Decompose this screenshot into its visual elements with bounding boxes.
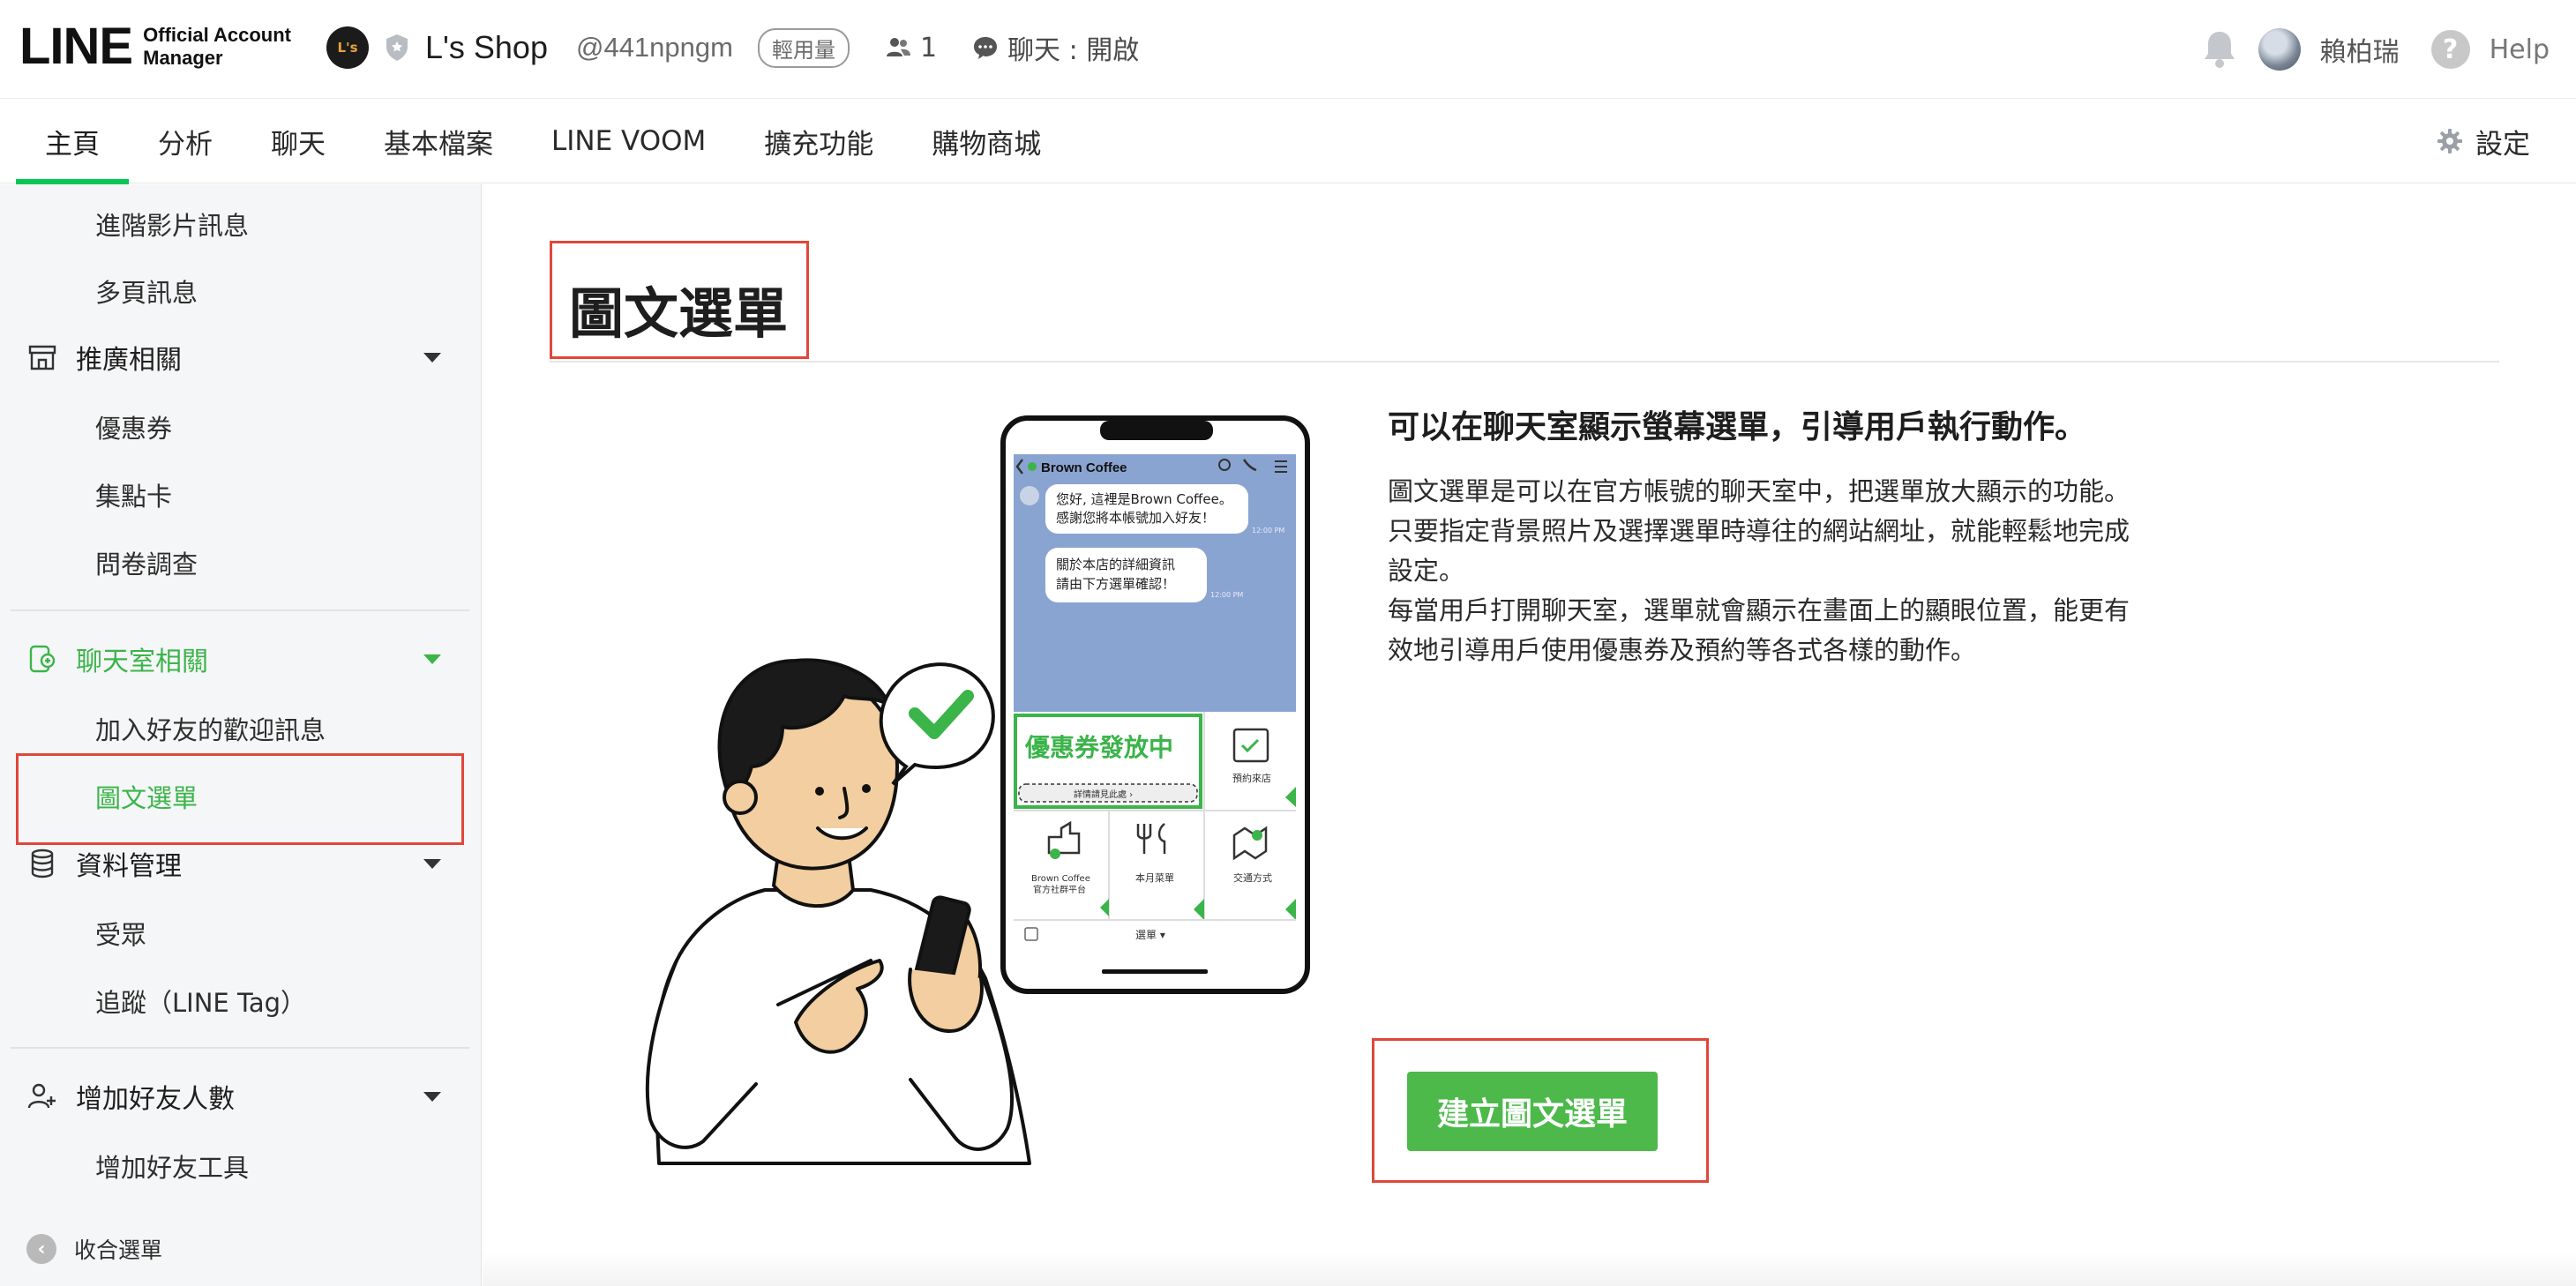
chevron-down-icon bbox=[423, 654, 441, 664]
phone-tile-reserve: 預約來店 bbox=[1232, 772, 1271, 784]
highlight-box-create-button bbox=[1372, 1038, 1709, 1183]
help-icon[interactable]: ? bbox=[2430, 30, 2470, 69]
section-heading: 可以在聊天室顯示螢幕選單，引導用戶執行動作。 bbox=[1388, 409, 2087, 445]
section-description: 圖文選單是可以在官方帳號的聊天室中，把選單放大顯示的功能。 只要指定背景照片及選… bbox=[1388, 472, 2164, 670]
sidebar-item-coupon[interactable]: 優惠券 bbox=[95, 408, 172, 445]
account-id: @441npngm bbox=[575, 32, 733, 63]
tab-analytics[interactable]: 分析 bbox=[129, 99, 242, 183]
top-header: LINE Official Account Manager L's L's Sh… bbox=[0, 0, 2576, 99]
title-divider bbox=[550, 361, 2499, 363]
store-icon bbox=[28, 345, 56, 370]
chevron-down-icon bbox=[423, 1091, 441, 1102]
sidebar-group-label: 增加好友人數 bbox=[76, 1084, 235, 1115]
sidebar-group-gain-friends[interactable]: 增加好友人數 bbox=[26, 1079, 441, 1115]
rich-menu-illustration: Brown Coffee 您好, 這裡是Brown Coffee。 感謝您將本帳… bbox=[645, 415, 1310, 1165]
phone-mockup: Brown Coffee 您好, 這裡是Brown Coffee。 感謝您將本帳… bbox=[1000, 415, 1310, 994]
members-icon bbox=[886, 38, 910, 56]
chat-status[interactable]: 聊天 : 開啟 bbox=[972, 28, 1139, 67]
account-name[interactable]: L's Shop bbox=[425, 29, 548, 66]
line-oa-manager-logo[interactable]: LINE Official Account Manager bbox=[19, 21, 291, 72]
sidebar-group-data-management[interactable]: 資料管理 bbox=[26, 846, 441, 882]
phone-time-2: 12:00 PM bbox=[1210, 591, 1243, 599]
nav-tabs: 主頁 分析 聊天 基本檔案 LINE VOOM 擴充功能 購物商城 bbox=[16, 99, 1070, 184]
phone-bubble-1-line2: 感謝您將本帳號加入好友！ bbox=[1056, 510, 1215, 526]
main-content: 圖文選單 Brown Coffee 您好, 這裡是Brown Coffee。 感… bbox=[483, 184, 2576, 1286]
settings-label: 設定 bbox=[2475, 128, 2530, 161]
gear-icon bbox=[2437, 129, 2462, 153]
highlight-box-page-title bbox=[550, 241, 809, 359]
sidebar-group-label: 推廣相關 bbox=[76, 345, 182, 376]
notification-bell-icon[interactable] bbox=[2200, 28, 2239, 71]
sidebar-divider bbox=[11, 609, 469, 611]
collapse-menu-label: 收合選單 bbox=[74, 1237, 163, 1263]
phone-chat-name: Brown Coffee bbox=[1041, 460, 1127, 475]
phone-menu-toggle: 選單 ▾ bbox=[1135, 929, 1165, 941]
sidebar-divider bbox=[11, 1047, 469, 1049]
chat-bubble-icon bbox=[974, 37, 998, 59]
sidebar-group-label: 資料管理 bbox=[76, 851, 182, 882]
sidebar-item-line-tag[interactable]: 追蹤（LINE Tag） bbox=[95, 983, 306, 1020]
plan-badge: 輕用量 bbox=[757, 27, 850, 68]
phone-bubble-1-line1: 您好, 這裡是Brown Coffee。 bbox=[1056, 491, 1232, 507]
tab-chat[interactable]: 聊天 bbox=[242, 99, 355, 183]
tab-shopping-mall[interactable]: 購物商城 bbox=[902, 99, 1070, 183]
phone-coupon-banner: 優惠券發放中 bbox=[1024, 733, 1173, 762]
phone-time-1: 12:00 PM bbox=[1252, 527, 1284, 535]
chat-room-icon bbox=[29, 645, 56, 673]
description-line: 每當用戶打開聊天室，選單就會顯示在畫面上的顯眼位置，能更有 bbox=[1388, 595, 2130, 625]
phone-coupon-sub: 詳情請見此處 › bbox=[1074, 789, 1133, 800]
tab-extensions[interactable]: 擴充功能 bbox=[735, 99, 902, 183]
description-line: 效地引導用戶使用優惠券及預約等各式各樣的動作。 bbox=[1388, 635, 1977, 665]
phone-tile-social-line2: 官方社群平台 bbox=[1033, 884, 1086, 895]
collapse-menu-button[interactable]: ‹ 收合選單 bbox=[26, 1233, 162, 1265]
chat-status-label: 聊天 : 開啟 bbox=[1007, 35, 1140, 66]
account-avatar[interactable]: L's bbox=[326, 26, 369, 69]
sidebar-item-welcome-message[interactable]: 加入好友的歡迎訊息 bbox=[95, 710, 326, 747]
phone-bubble-2-line1: 關於本店的詳細資訊 bbox=[1056, 557, 1175, 572]
tab-profile[interactable]: 基本檔案 bbox=[355, 99, 522, 183]
chevron-left-icon: ‹ bbox=[26, 1234, 56, 1264]
phone-bubble-2-line2: 請由下方選單確認！ bbox=[1056, 576, 1175, 592]
user-avatar[interactable] bbox=[2258, 28, 2301, 71]
chevron-down-icon bbox=[423, 352, 441, 363]
logo-wordmark: LINE bbox=[19, 18, 133, 75]
sidebar-item-multi-page[interactable]: 多頁訊息 bbox=[95, 273, 198, 310]
sidebar-item-reward-card[interactable]: 集點卡 bbox=[95, 476, 172, 513]
sidebar-group-promotion[interactable]: 推廣相關 bbox=[26, 340, 441, 376]
tab-home[interactable]: 主頁 bbox=[16, 99, 129, 184]
sidebar-item-audience[interactable]: 受眾 bbox=[95, 915, 146, 952]
logo-subtitle: Official Account Manager bbox=[143, 24, 291, 70]
description-line: 圖文選單是可以在官方帳號的聊天室中，把選單放大顯示的功能。 bbox=[1388, 476, 2130, 506]
phone-tile-access: 交通方式 bbox=[1233, 871, 1272, 884]
sidebar-item-friend-tools[interactable]: 增加好友工具 bbox=[95, 1148, 249, 1185]
sidebar: 進階影片訊息 多頁訊息 推廣相關 優惠券 集點卡 問卷調查 聊天室相關 加入好友… bbox=[0, 184, 482, 1286]
help-link[interactable]: Help bbox=[2490, 34, 2550, 65]
verified-shield-icon bbox=[386, 34, 408, 61]
phone-tile-social-line1: Brown Coffee bbox=[1031, 874, 1090, 884]
description-line: 只要指定背景照片及選擇選單時導往的網站網址，就能輕鬆地完成 bbox=[1388, 516, 2130, 546]
logo-subtitle-line1: Official Account bbox=[143, 24, 291, 46]
main-nav: 主頁 分析 聊天 基本檔案 LINE VOOM 擴充功能 購物商城 設定 bbox=[0, 99, 2576, 184]
user-name[interactable]: 賴柏瑞 bbox=[2320, 30, 2400, 69]
logo-subtitle-line2: Manager bbox=[143, 47, 223, 69]
member-count[interactable]: 1 bbox=[885, 33, 937, 64]
header-actions: 賴柏瑞 ? Help bbox=[2200, 25, 2550, 74]
add-friend-icon bbox=[27, 1083, 56, 1109]
description-line: 設定。 bbox=[1388, 556, 1465, 586]
chevron-down-icon bbox=[423, 858, 441, 869]
sidebar-item-survey[interactable]: 問卷調查 bbox=[95, 544, 198, 581]
tab-line-voom[interactable]: LINE VOOM bbox=[522, 99, 735, 183]
account-switcher[interactable]: L's L's Shop @441npngm 輕用量 1 聊天 : 開啟 bbox=[326, 23, 1139, 72]
phone-tile-menu: 本月菜單 bbox=[1135, 871, 1174, 884]
bottom-scroll-fade bbox=[483, 1251, 2576, 1286]
settings-link[interactable]: 設定 bbox=[2437, 99, 2530, 183]
database-icon bbox=[31, 849, 54, 879]
sidebar-item-advanced-video[interactable]: 進階影片訊息 bbox=[95, 206, 249, 243]
sidebar-group-chatroom[interactable]: 聊天室相關 bbox=[26, 641, 441, 677]
member-count-value: 1 bbox=[919, 32, 938, 64]
sidebar-group-label: 聊天室相關 bbox=[76, 647, 208, 677]
highlight-box-rich-menu-nav bbox=[16, 753, 464, 845]
